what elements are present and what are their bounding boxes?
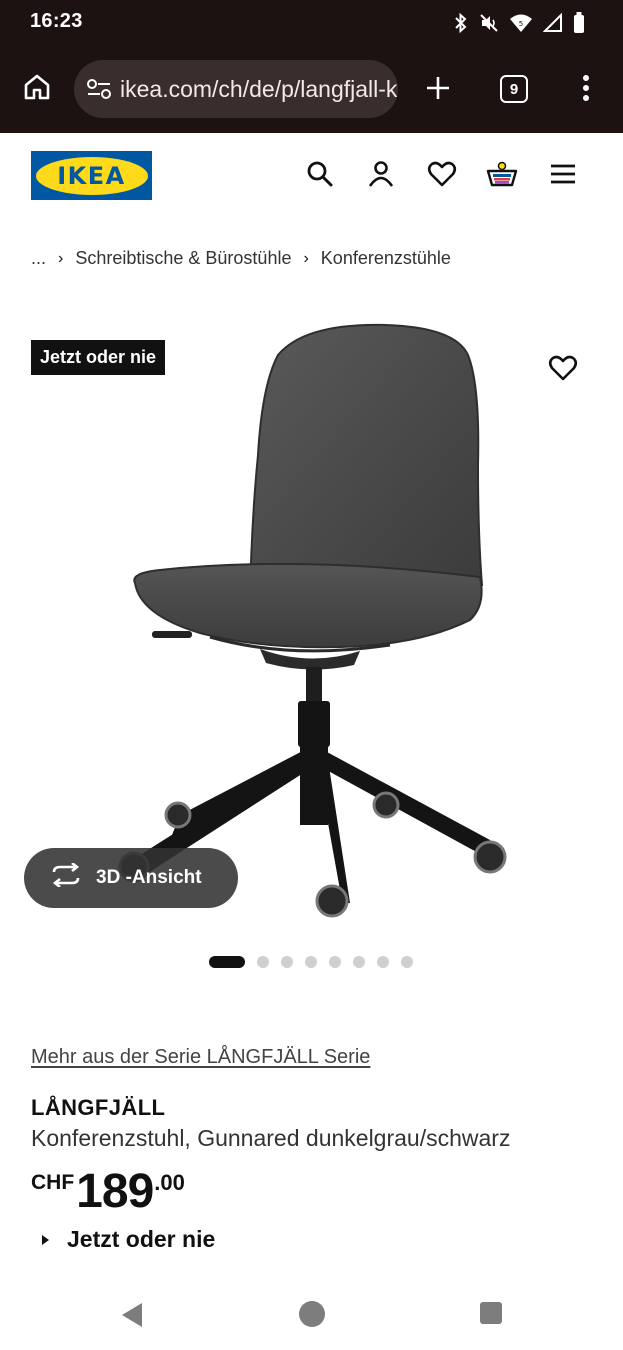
account-button[interactable] [363,158,399,194]
rotate-3d-icon [50,861,96,893]
cart-icon [485,160,519,193]
url-text[interactable]: ikea.com/ch/de/p/langfjall-konferenzstuh… [120,76,398,103]
chevron-right-icon: › [58,249,64,267]
gallery-dot[interactable] [305,956,317,968]
caret-right-icon [42,1234,49,1245]
gallery-dot[interactable] [281,956,293,968]
product-image[interactable] [100,315,530,925]
gallery-dot[interactable] [257,956,269,968]
add-to-wishlist-button[interactable] [546,353,580,387]
wishlist-button[interactable] [424,158,460,194]
new-tab-icon [424,74,452,107]
breadcrumb-ellipsis[interactable]: ... [31,248,46,269]
logo-text: IKEA [57,161,126,190]
tab-count: 9 [509,80,519,98]
cart-button[interactable] [484,158,520,194]
account-icon [367,160,395,193]
wifi-icon: 5 [509,13,533,33]
breadcrumb: ... › Schreibtische & Bürostühle › Konfe… [31,248,451,269]
address-bar[interactable]: ikea.com/ch/de/p/langfjall-konferenzstuh… [74,60,398,118]
site-settings-icon[interactable] [86,74,112,104]
tabs-icon[interactable]: 9 [500,75,528,103]
product-description: Konferenzstuhl, Gunnared dunkelgrau/schw… [31,1125,511,1151]
offer-disclosure[interactable]: Jetzt oder nie [42,1226,215,1253]
view-3d-label: 3D -Ansicht [96,867,202,888]
promo-badge: Jetzt oder nie [31,340,166,375]
recents-icon[interactable] [480,1302,502,1324]
gallery-dot[interactable] [329,956,341,968]
breadcrumb-item-conference-chairs[interactable]: Konferenzstühle [321,248,451,269]
system-nav-bar [0,1280,623,1350]
home-circle-icon[interactable] [299,1301,325,1327]
signal-icon [543,13,563,33]
product-name: LÅNGFJÄLL [31,1095,166,1120]
battery-icon [573,12,585,34]
gallery-dot[interactable] [401,956,413,968]
home-icon [22,72,52,107]
price-currency: CHF [31,1171,75,1194]
gallery-dot[interactable] [377,956,389,968]
product-price: CHF 189 .00 [31,1166,185,1218]
new-tab-button[interactable] [420,72,456,108]
more-vert-icon [582,74,590,107]
gallery-pagination [209,956,413,968]
chevron-right-icon: › [303,249,309,267]
price-integer: 189 [76,1165,154,1218]
search-icon [306,160,334,193]
wishlist-icon [427,160,457,193]
status-icons: 5 [453,10,585,36]
gallery-dot[interactable] [353,956,365,968]
browser-menu-button[interactable] [572,72,600,108]
search-button[interactable] [302,158,338,194]
back-icon[interactable] [120,1302,144,1333]
browser-chrome: 16:23 5 ikea.com/ch/de/p/langfjall-konfe… [0,0,623,133]
price-decimals: .00 [154,1170,185,1195]
gallery-dot-active[interactable] [209,956,245,968]
hamburger-menu-button[interactable] [545,158,581,194]
bluetooth-icon [453,13,469,33]
heart-icon [548,354,578,387]
browser-home-button[interactable] [18,70,56,108]
ikea-logo[interactable]: IKEA [31,151,152,200]
view-3d-button[interactable]: 3D -Ansicht [24,848,238,908]
hamburger-menu-icon [549,162,577,191]
svg-text:5: 5 [519,20,523,28]
mute-icon [479,13,499,33]
breadcrumb-item-desks-office-chairs[interactable]: Schreibtische & Bürostühle [75,248,291,269]
logo-oval: IKEA [35,156,148,195]
offer-label: Jetzt oder nie [67,1226,216,1252]
series-link[interactable]: Mehr aus der Serie LÅNGFJÄLL Serie [31,1046,370,1069]
status-time: 16:23 [30,10,83,32]
